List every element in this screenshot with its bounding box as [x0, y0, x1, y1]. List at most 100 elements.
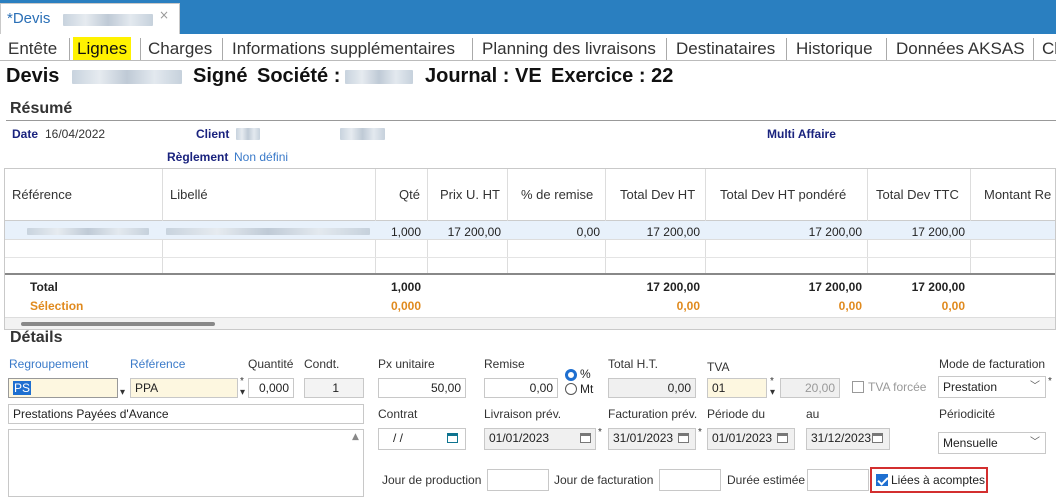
- periodicite-label: Périodicité: [939, 407, 996, 421]
- redacted-row-reference: [27, 228, 149, 235]
- calendar-icon[interactable]: [678, 433, 689, 443]
- jour-facturation-field[interactable]: [659, 469, 721, 491]
- tab-donnees-aksas[interactable]: Données AKSAS: [892, 37, 1029, 60]
- jour-production-field[interactable]: [487, 469, 549, 491]
- close-tab-icon[interactable]: ×: [159, 8, 169, 22]
- mode-facturation-label: Mode de facturation: [939, 357, 1046, 371]
- tab-separator: [786, 38, 787, 60]
- selection-total-pondere: 0,00: [838, 299, 862, 313]
- details-title: Détails: [10, 330, 63, 342]
- reglement-value: Non défini: [234, 150, 289, 164]
- mode-facturation-select[interactable]: Prestation ﹀: [938, 376, 1046, 398]
- tab-historique[interactable]: Historique: [792, 37, 877, 60]
- col-total-ht[interactable]: Total Dev HT: [620, 169, 695, 221]
- tab-separator: [222, 38, 223, 60]
- periode-du-value: 01/01/2023: [712, 431, 773, 445]
- col-montant[interactable]: Montant Re: [984, 169, 1051, 221]
- regroupement-field[interactable]: PS: [8, 378, 118, 398]
- redacted-client-code: [236, 128, 260, 140]
- row-total-ttc: 17 200,00: [911, 225, 965, 239]
- col-reference[interactable]: Référence: [12, 169, 72, 221]
- selection-total-ttc: 0,00: [941, 299, 965, 313]
- libelle-field[interactable]: Prestations Payées d'Avance: [8, 404, 364, 424]
- lookup-marker: ▾: [120, 387, 126, 398]
- remise-field[interactable]: 0,00: [484, 378, 558, 398]
- remise-amount-radio[interactable]: [565, 383, 577, 395]
- regroupement-label: Regroupement: [9, 357, 89, 371]
- col-libelle[interactable]: Libellé: [170, 169, 208, 221]
- chevron-down-icon: ﹀: [1030, 381, 1040, 392]
- document-tab-title: *Devis: [7, 10, 51, 27]
- tab-cl[interactable]: Cl: [1038, 37, 1056, 60]
- tab-lignes[interactable]: Lignes: [73, 37, 132, 60]
- col-total-ttc[interactable]: Total Dev TTC: [876, 169, 959, 221]
- table-row[interactable]: [5, 240, 1055, 258]
- client-label: Client: [196, 127, 230, 141]
- tva-code-field[interactable]: 01: [707, 378, 767, 398]
- reglement-label: Règlement: [167, 150, 229, 164]
- tab-separator: [472, 38, 473, 60]
- facturation-value: 31/01/2023: [613, 431, 674, 445]
- tva-forcee-checkbox[interactable]: [852, 381, 864, 393]
- reference-field[interactable]: PPA: [130, 378, 238, 398]
- total-pondere: 17 200,00: [808, 280, 862, 294]
- col-prix[interactable]: Prix U. HT: [440, 169, 500, 221]
- selection-total-ht: 0,00: [676, 299, 700, 313]
- livraison-value: 01/01/2023: [489, 431, 550, 445]
- resume-title: Résumé: [10, 100, 73, 117]
- total-ht-value: 0,00: [667, 381, 691, 395]
- condt-value: 1: [332, 381, 339, 395]
- redacted-devis-number: [72, 70, 182, 84]
- multi-affaire-label: Multi Affaire: [767, 127, 836, 141]
- tab-informations[interactable]: Informations supplémentaires: [228, 37, 459, 60]
- selection-label: Sélection: [30, 299, 84, 313]
- remise-value: 0,00: [529, 381, 553, 395]
- liees-acomptes-checkbox[interactable]: [876, 474, 888, 486]
- redacted-document-name: [63, 14, 153, 26]
- page-title: Devis: [6, 65, 59, 88]
- grid-scrollbar-thumb[interactable]: [21, 322, 215, 326]
- col-total-pondere[interactable]: Total Dev HT pondéré: [720, 169, 846, 221]
- quantite-field[interactable]: 0,000: [248, 378, 294, 398]
- px-unitaire-label: Px unitaire: [378, 357, 435, 371]
- jour-facturation-label: Jour de facturation: [554, 473, 654, 487]
- date-label: Date: [12, 127, 39, 141]
- calendar-icon[interactable]: [872, 433, 883, 443]
- description-textarea[interactable]: [8, 429, 364, 497]
- au-value: 31/12/2023: [811, 431, 872, 445]
- tva-label: TVA: [707, 360, 730, 374]
- tab-charges[interactable]: Charges: [144, 37, 216, 60]
- tab-entete[interactable]: Entête: [4, 37, 61, 60]
- row-prix: 17 200,00: [447, 225, 501, 239]
- condt-field[interactable]: 1: [304, 378, 364, 398]
- col-qte[interactable]: Qté: [399, 169, 420, 221]
- heading-exercice: Exercice : 22: [551, 65, 674, 87]
- duree-estimee-field[interactable]: [807, 469, 869, 491]
- table-row[interactable]: [5, 221, 1055, 240]
- tab-planning[interactable]: Planning des livraisons: [478, 37, 660, 60]
- redacted-client-name: [340, 128, 385, 140]
- calendar-icon[interactable]: [447, 433, 458, 443]
- periodicite-select[interactable]: Mensuelle ﹀: [938, 432, 1046, 454]
- mt-label: Mt: [580, 382, 594, 396]
- heading-societe: Société :: [257, 65, 341, 87]
- total-ttc: 17 200,00: [911, 280, 965, 294]
- table-row[interactable]: [5, 258, 1055, 274]
- remise-percent-radio[interactable]: [565, 369, 577, 381]
- document-tab[interactable]: *Devis ×: [0, 3, 180, 34]
- tab-destinataires[interactable]: Destinataires: [672, 37, 779, 60]
- calendar-icon[interactable]: [580, 433, 591, 443]
- px-unitaire-field[interactable]: 50,00: [378, 378, 466, 398]
- scroll-up-icon[interactable]: ▲: [352, 432, 359, 442]
- total-ht-label: Total H.T.: [608, 357, 659, 371]
- total-qte: 1,000: [390, 280, 421, 294]
- required-marker: *: [698, 427, 702, 438]
- tab-separator: [1033, 38, 1034, 60]
- facturation-label: Facturation prév.: [608, 407, 698, 421]
- percent-label: %: [580, 367, 591, 381]
- col-remise[interactable]: % de remise: [521, 169, 593, 221]
- calendar-icon[interactable]: [777, 433, 788, 443]
- livraison-label: Livraison prév.: [484, 407, 562, 421]
- tab-separator: [666, 38, 667, 60]
- tva-rate-field: 20,00: [780, 378, 840, 398]
